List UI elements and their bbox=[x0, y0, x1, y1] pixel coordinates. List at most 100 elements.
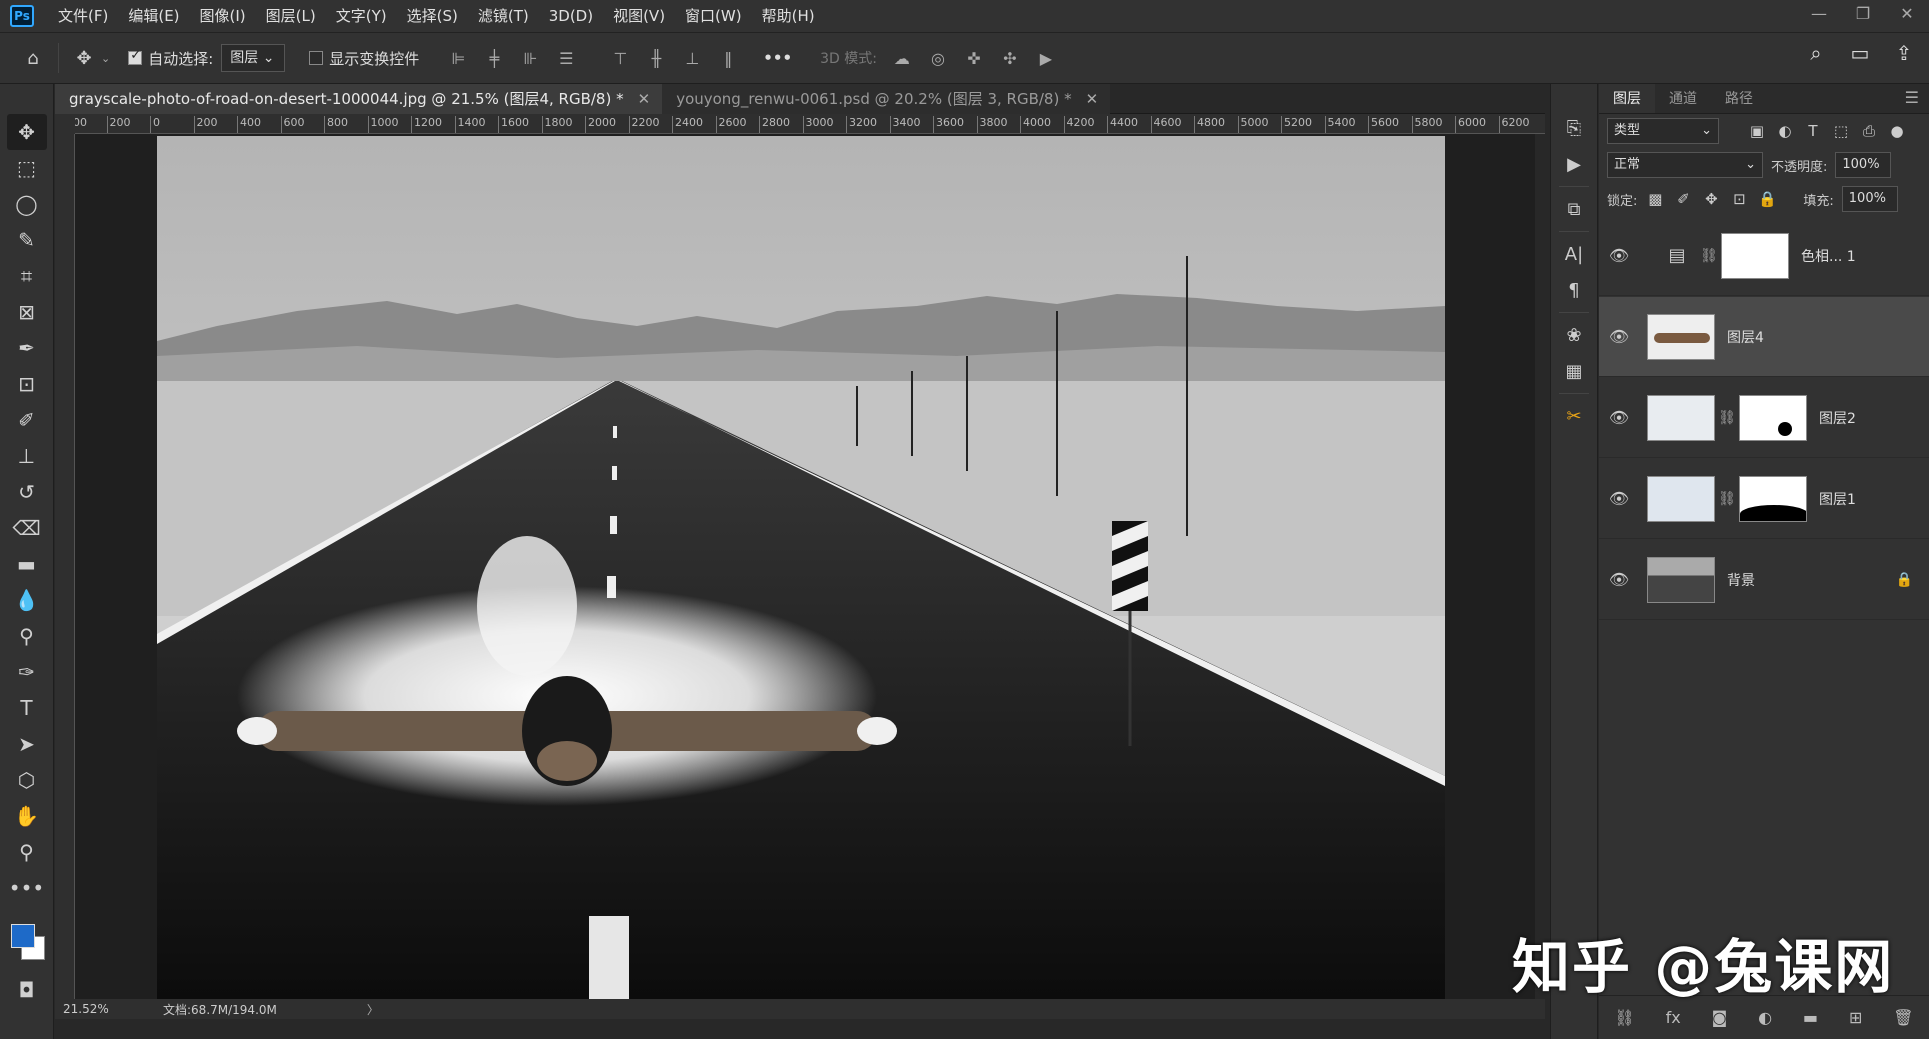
visibility-eye-icon[interactable]: 👁 bbox=[1599, 246, 1639, 265]
layer-name[interactable]: 图层4 bbox=[1727, 327, 1764, 347]
auto-select-checkbox[interactable] bbox=[128, 48, 143, 65]
layer-mask-thumbnail[interactable] bbox=[1739, 475, 1807, 522]
visibility-eye-icon[interactable]: 👁 bbox=[1599, 489, 1639, 508]
restore-icon[interactable]: ❐ bbox=[1841, 0, 1885, 32]
3d-panel-icon[interactable]: ⧉ bbox=[1557, 191, 1591, 227]
align-bottom-icon[interactable]: ⊥ bbox=[677, 43, 707, 73]
opacity-input[interactable]: 100% bbox=[1835, 152, 1892, 178]
blend-mode-dropdown[interactable]: 正常 ⌄ bbox=[1607, 152, 1763, 178]
zoom-tool-icon[interactable]: ⚲ bbox=[7, 834, 47, 870]
layer-mask-thumbnail[interactable] bbox=[1739, 394, 1807, 441]
home-icon[interactable]: ⌂ bbox=[16, 41, 50, 75]
marquee-tool-icon[interactable]: ⬚ bbox=[7, 150, 47, 186]
dodge-tool-icon[interactable]: ⚲ bbox=[7, 618, 47, 654]
align-right-icon[interactable]: ⊪ bbox=[515, 43, 545, 73]
align-top-icon[interactable]: ⊤ bbox=[605, 43, 635, 73]
menu-view[interactable]: 视图(V) bbox=[603, 0, 675, 32]
share-icon[interactable]: ⇪ bbox=[1889, 41, 1919, 65]
close-icon[interactable]: ✕ bbox=[638, 84, 651, 114]
filter-smart-object-icon[interactable]: ⎙ bbox=[1859, 122, 1879, 140]
lock-artboard-icon[interactable]: ⊡ bbox=[1729, 190, 1749, 208]
actions-panel-icon[interactable]: ▶ bbox=[1557, 146, 1591, 182]
chevron-down-icon[interactable]: ⌄ bbox=[101, 52, 110, 65]
move-tool-icon[interactable]: ✥ bbox=[67, 41, 101, 75]
layer-row-selected[interactable]: 👁 图层4 bbox=[1599, 297, 1929, 377]
filter-toggle-icon[interactable]: ● bbox=[1887, 122, 1907, 140]
layer-row[interactable]: 👁 背景 🔒 bbox=[1599, 540, 1929, 620]
filter-type-icon[interactable]: T bbox=[1803, 122, 1823, 140]
quick-mask-icon[interactable]: ◘ bbox=[7, 972, 47, 1008]
zoom-level[interactable]: 21.52% bbox=[55, 1002, 145, 1016]
menu-select[interactable]: 选择(S) bbox=[397, 0, 468, 32]
align-center-h-icon[interactable]: ╪ bbox=[479, 43, 509, 73]
filter-adjustment-icon[interactable]: ◐ bbox=[1775, 122, 1795, 140]
eraser-tool-icon[interactable]: ⌫ bbox=[7, 510, 47, 546]
eyedropper-tool-icon[interactable]: ✒ bbox=[7, 330, 47, 366]
lock-all-icon[interactable]: 🔒 bbox=[1757, 190, 1777, 208]
close-icon[interactable]: ✕ bbox=[1086, 84, 1099, 114]
hand-tool-icon[interactable]: ✋ bbox=[7, 798, 47, 834]
menu-type[interactable]: 文字(Y) bbox=[326, 0, 397, 32]
menu-help[interactable]: 帮助(H) bbox=[752, 0, 825, 32]
layer-mask-thumbnail[interactable] bbox=[1721, 232, 1789, 279]
lock-transparent-icon[interactable]: ▩ bbox=[1645, 190, 1665, 208]
filter-kind-dropdown[interactable]: 类型 ⌄ bbox=[1607, 118, 1719, 144]
add-mask-icon[interactable]: ◙ bbox=[1712, 1008, 1728, 1027]
more-options-button[interactable]: ••• bbox=[763, 49, 792, 67]
background-layer-thumbnail[interactable] bbox=[1647, 556, 1715, 603]
quick-select-tool-icon[interactable]: ✎ bbox=[7, 222, 47, 258]
menu-layer[interactable]: 图层(L) bbox=[256, 0, 326, 32]
brush-tool-icon[interactable]: ✐ bbox=[7, 402, 47, 438]
color-swatches[interactable] bbox=[7, 920, 47, 964]
new-layer-icon[interactable]: ⊞ bbox=[1849, 1008, 1862, 1027]
grid-panel-icon[interactable]: ▦ bbox=[1557, 353, 1591, 389]
shape-tool-icon[interactable]: ⬡ bbox=[7, 762, 47, 798]
minimize-icon[interactable]: — bbox=[1797, 0, 1841, 32]
layer-name[interactable]: 图层1 bbox=[1819, 489, 1856, 509]
lock-image-icon[interactable]: ✐ bbox=[1673, 190, 1693, 208]
clone-stamp-tool-icon[interactable]: ⊥ bbox=[7, 438, 47, 474]
history-panel-icon[interactable]: ⎘ bbox=[1557, 110, 1591, 146]
gradient-tool-icon[interactable]: ▬ bbox=[7, 546, 47, 582]
fill-input[interactable]: 100% bbox=[1841, 186, 1898, 212]
close-icon[interactable]: ✕ bbox=[1885, 0, 1929, 32]
tools-plugin-icon[interactable]: ✂ bbox=[1557, 398, 1591, 434]
layer-name[interactable]: 图层2 bbox=[1819, 408, 1856, 428]
vertical-ruler[interactable] bbox=[55, 134, 75, 999]
visibility-eye-icon[interactable]: 👁 bbox=[1599, 408, 1639, 427]
add-style-icon[interactable]: fx bbox=[1666, 1008, 1681, 1027]
brush-settings-icon[interactable]: ❀ bbox=[1557, 317, 1591, 353]
blur-tool-icon[interactable]: 💧 bbox=[7, 582, 47, 618]
paragraph-panel-icon[interactable]: ¶ bbox=[1557, 272, 1591, 308]
menu-file[interactable]: 文件(F) bbox=[48, 0, 118, 32]
canvas-pasteboard[interactable] bbox=[75, 134, 1535, 999]
filter-shape-icon[interactable]: ⬚ bbox=[1831, 122, 1851, 140]
3d-pan-icon[interactable]: ✜ bbox=[959, 43, 989, 73]
menu-image[interactable]: 图像(I) bbox=[190, 0, 256, 32]
align-middle-v-icon[interactable]: ╫ bbox=[641, 43, 671, 73]
3d-orbit-icon[interactable]: ☁ bbox=[887, 43, 917, 73]
layer-thumbnail[interactable] bbox=[1647, 475, 1715, 522]
tab-layers[interactable]: 图层 bbox=[1599, 84, 1655, 113]
visibility-eye-icon[interactable]: 👁 bbox=[1599, 570, 1639, 589]
character-panel-icon[interactable]: A| bbox=[1557, 236, 1591, 272]
layer-thumbnail[interactable] bbox=[1647, 394, 1715, 441]
type-tool-icon[interactable]: T bbox=[7, 690, 47, 726]
pen-tool-icon[interactable]: ✑ bbox=[7, 654, 47, 690]
menu-filter[interactable]: 滤镜(T) bbox=[468, 0, 539, 32]
tab-channels[interactable]: 通道 bbox=[1655, 84, 1711, 113]
layer-row[interactable]: 👁 ⛓ 图层1 bbox=[1599, 459, 1929, 539]
menu-window[interactable]: 窗口(W) bbox=[675, 0, 752, 32]
frame-tool-icon[interactable]: ⊠ bbox=[7, 294, 47, 330]
workspace-icon[interactable]: ▭ bbox=[1845, 41, 1875, 65]
new-group-icon[interactable]: ▬ bbox=[1803, 1008, 1818, 1027]
horizontal-ruler[interactable]: 4002000200400600800100012001400160018002… bbox=[75, 114, 1545, 134]
layer-name[interactable]: 色相... 1 bbox=[1801, 246, 1856, 266]
lock-position-icon[interactable]: ✥ bbox=[1701, 190, 1721, 208]
layer-thumbnail[interactable] bbox=[1647, 313, 1715, 360]
crop-tool-icon[interactable]: ⌗ bbox=[7, 258, 47, 294]
edit-toolbar-icon[interactable]: ••• bbox=[7, 870, 47, 906]
3d-camera-icon[interactable]: ▶ bbox=[1031, 43, 1061, 73]
delete-layer-icon[interactable]: 🗑 bbox=[1893, 1008, 1913, 1027]
visibility-eye-icon[interactable]: 👁 bbox=[1599, 327, 1639, 346]
